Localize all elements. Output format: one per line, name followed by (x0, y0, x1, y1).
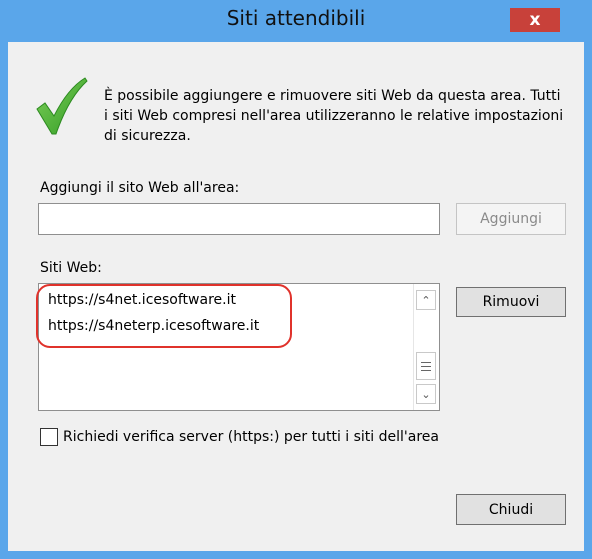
list-scrollbar[interactable]: ⌃ ⌄ (413, 284, 439, 410)
dialog-window: Siti attendibili x È possibile aggiunger… (0, 0, 592, 559)
scroll-up-icon[interactable]: ⌃ (416, 290, 436, 310)
close-button[interactable]: Chiudi (456, 494, 566, 525)
https-checkbox[interactable] (40, 428, 58, 446)
checkmark-icon (36, 77, 88, 135)
info-text: È possibile aggiungere e rimuovere siti … (104, 88, 564, 144)
title-bar[interactable]: Siti attendibili x (0, 0, 592, 40)
close-window-button[interactable]: x (510, 8, 560, 32)
add-button[interactable]: Aggiungi (456, 203, 566, 235)
scroll-down-icon[interactable]: ⌄ (416, 384, 436, 404)
grip-icon (421, 361, 431, 371)
add-site-input[interactable] (38, 203, 440, 235)
https-checkbox-label[interactable]: Richiedi verifica server (https:) per tu… (63, 429, 439, 445)
window-title: Siti attendibili (226, 6, 366, 30)
list-item[interactable]: https://s4neterp.icesoftware.it (48, 318, 259, 334)
add-site-label: Aggiungi il sito Web all'area: (40, 180, 240, 196)
websites-label: Siti Web: (40, 260, 102, 276)
scroll-thumb[interactable] (416, 352, 436, 380)
list-item[interactable]: https://s4net.icesoftware.it (48, 292, 236, 308)
remove-button[interactable]: Rimuovi (456, 287, 566, 317)
websites-list[interactable]: https://s4net.icesoftware.it https://s4n… (38, 283, 440, 411)
